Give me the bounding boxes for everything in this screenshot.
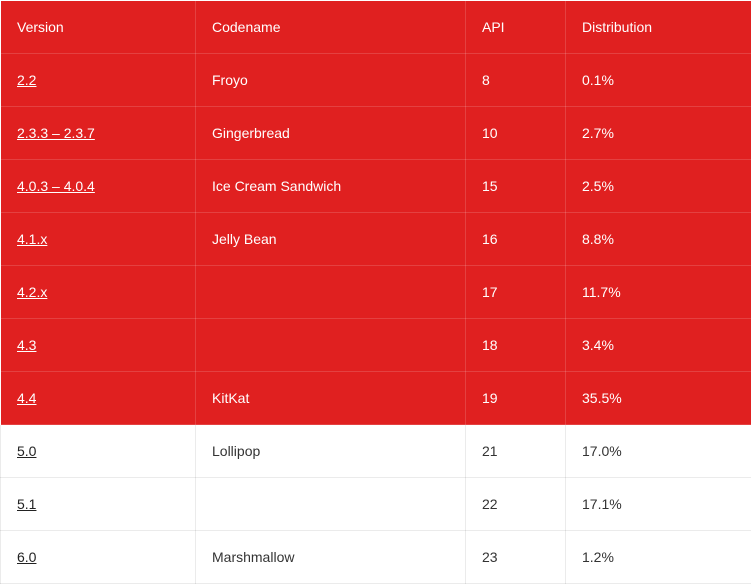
version-link[interactable]: 4.4 (17, 390, 36, 406)
table-row: 4.4 KitKat1935.5% (1, 372, 751, 425)
table-header-row: Version Codename API Distribution (1, 1, 751, 54)
header-codename: Codename (196, 1, 466, 54)
table-row: 2.2 Froyo80.1% (1, 54, 751, 107)
table-row: 4.2.x 1711.7% (1, 266, 751, 319)
cell-codename (196, 319, 466, 372)
table-row: 5.1 2217.1% (1, 478, 751, 531)
cell-distribution: 17.0% (566, 425, 751, 478)
cell-distribution: 11.7% (566, 266, 751, 319)
cell-codename: Ice Cream Sandwich (196, 160, 466, 213)
version-link[interactable]: 6.0 (17, 549, 36, 565)
cell-api: 8 (466, 54, 566, 107)
cell-api: 18 (466, 319, 566, 372)
version-link[interactable]: 4.2.x (17, 284, 47, 300)
table-row: 6.0 Marshmallow231.2% (1, 531, 751, 584)
cell-codename: Froyo (196, 54, 466, 107)
version-link[interactable]: 4.3 (17, 337, 36, 353)
cell-version: 2.2 (1, 54, 196, 107)
version-link[interactable]: 5.0 (17, 443, 36, 459)
cell-version: 4.0.3 – 4.0.4 (1, 160, 196, 213)
cell-codename: Lollipop (196, 425, 466, 478)
cell-api: 15 (466, 160, 566, 213)
cell-distribution: 2.7% (566, 107, 751, 160)
table-row: 4.1.x Jelly Bean168.8% (1, 213, 751, 266)
version-link[interactable]: 2.3.3 – 2.3.7 (17, 125, 95, 141)
cell-distribution: 1.2% (566, 531, 751, 584)
table-row: 4.0.3 – 4.0.4 Ice Cream Sandwich152.5% (1, 160, 751, 213)
cell-codename: KitKat (196, 372, 466, 425)
cell-api: 10 (466, 107, 566, 160)
cell-distribution: 8.8% (566, 213, 751, 266)
cell-api: 16 (466, 213, 566, 266)
table-row: 4.3 183.4% (1, 319, 751, 372)
cell-distribution: 0.1% (566, 54, 751, 107)
cell-version: 2.3.3 – 2.3.7 (1, 107, 196, 160)
header-api: API (466, 1, 566, 54)
header-version: Version (1, 1, 196, 54)
version-link[interactable]: 2.2 (17, 72, 36, 88)
cell-codename: Jelly Bean (196, 213, 466, 266)
cell-codename (196, 478, 466, 531)
version-link[interactable]: 4.1.x (17, 231, 47, 247)
cell-api: 22 (466, 478, 566, 531)
cell-distribution: 17.1% (566, 478, 751, 531)
cell-version: 4.2.x (1, 266, 196, 319)
cell-api: 21 (466, 425, 566, 478)
cell-version: 5.1 (1, 478, 196, 531)
cell-distribution: 35.5% (566, 372, 751, 425)
cell-codename (196, 266, 466, 319)
version-link[interactable]: 5.1 (17, 496, 36, 512)
version-distribution-table: Version Codename API Distribution 2.2 Fro… (0, 0, 751, 584)
version-link[interactable]: 4.0.3 – 4.0.4 (17, 178, 95, 194)
cell-api: 17 (466, 266, 566, 319)
cell-version: 5.0 (1, 425, 196, 478)
cell-version: 4.3 (1, 319, 196, 372)
table-row: 5.0 Lollipop2117.0% (1, 425, 751, 478)
cell-codename: Gingerbread (196, 107, 466, 160)
cell-version: 6.0 (1, 531, 196, 584)
header-distribution: Distribution (566, 1, 751, 54)
cell-api: 23 (466, 531, 566, 584)
cell-api: 19 (466, 372, 566, 425)
cell-distribution: 3.4% (566, 319, 751, 372)
cell-distribution: 2.5% (566, 160, 751, 213)
cell-version: 4.4 (1, 372, 196, 425)
cell-codename: Marshmallow (196, 531, 466, 584)
cell-version: 4.1.x (1, 213, 196, 266)
table-row: 2.3.3 – 2.3.7 Gingerbread102.7% (1, 107, 751, 160)
